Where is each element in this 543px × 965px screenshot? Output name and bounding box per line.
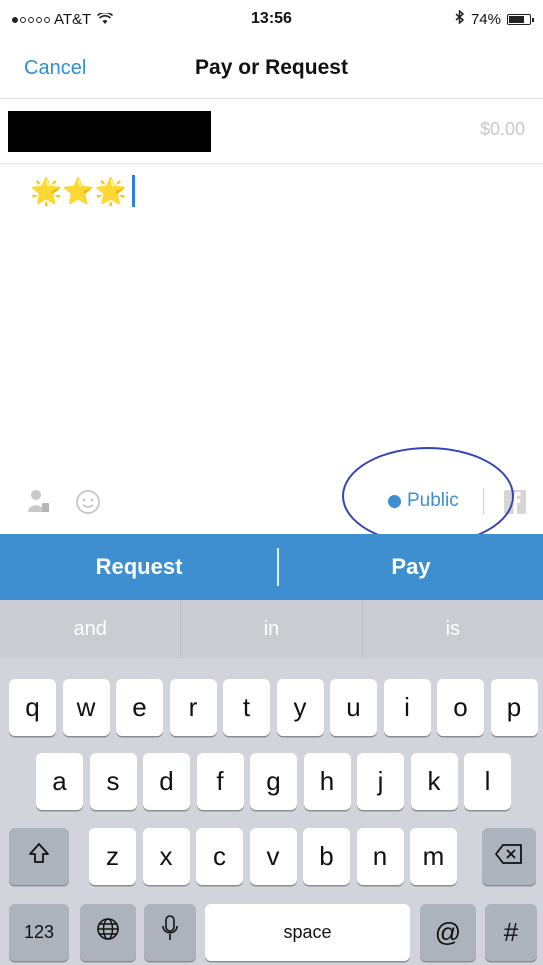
- suggestion-2[interactable]: in: [181, 600, 363, 658]
- key-m[interactable]: m: [410, 828, 457, 885]
- key-y[interactable]: y: [276, 679, 324, 736]
- suggestion-3[interactable]: is: [363, 600, 543, 658]
- key-k[interactable]: k: [410, 753, 458, 810]
- globe-key[interactable]: [80, 904, 136, 961]
- status-right: 74%: [455, 9, 534, 28]
- status-bar: AT&T 13:56 74%: [0, 0, 543, 40]
- at-key[interactable]: @: [420, 904, 476, 961]
- privacy-label: Public: [407, 490, 459, 511]
- key-w[interactable]: w: [62, 679, 110, 736]
- shift-icon: [29, 843, 49, 863]
- key-x[interactable]: x: [142, 828, 190, 885]
- redacted-recipient: [8, 111, 211, 152]
- key-g[interactable]: g: [250, 753, 297, 810]
- tag-friends-icon[interactable]: [25, 488, 51, 514]
- action-bar: Request Pay: [0, 534, 543, 600]
- key-h[interactable]: h: [303, 753, 351, 810]
- shift-key[interactable]: [9, 828, 69, 885]
- delete-key[interactable]: [482, 828, 536, 885]
- toolbar-divider: [483, 488, 484, 514]
- privacy-selector[interactable]: Public: [388, 490, 459, 512]
- battery-percent: 74%: [470, 10, 501, 28]
- key-f[interactable]: f: [196, 753, 244, 810]
- keyboard: and in is q w e r t y u i o p a s d f g h j k l z x c v b n m 123 s…: [0, 600, 543, 965]
- pay-button[interactable]: Pay: [279, 534, 543, 600]
- emoji-icon[interactable]: [74, 488, 102, 516]
- key-u[interactable]: u: [330, 679, 377, 736]
- key-d[interactable]: d: [143, 753, 190, 810]
- key-v[interactable]: v: [249, 828, 297, 885]
- facebook-share-icon[interactable]: [502, 488, 528, 516]
- key-s[interactable]: s: [89, 753, 137, 810]
- hash-key[interactable]: #: [485, 904, 537, 961]
- key-t[interactable]: t: [223, 679, 270, 736]
- battery-icon: [507, 13, 534, 25]
- numbers-key[interactable]: 123: [9, 904, 69, 961]
- key-n[interactable]: n: [356, 828, 404, 885]
- key-i[interactable]: i: [383, 679, 431, 736]
- key-c[interactable]: c: [196, 828, 243, 885]
- text-cursor: [132, 175, 136, 207]
- keyboard-globe-icon: [97, 918, 119, 940]
- key-r[interactable]: r: [169, 679, 217, 736]
- space-key[interactable]: space: [205, 904, 410, 961]
- globe-icon: [388, 494, 401, 508]
- note-field[interactable]: 🌟⭐🌟: [30, 175, 136, 207]
- key-p[interactable]: p: [490, 679, 538, 736]
- key-l[interactable]: l: [464, 753, 511, 810]
- recipient-row[interactable]: $0.00: [0, 99, 543, 164]
- nav-bar: Cancel Pay or Request: [0, 40, 543, 99]
- key-o[interactable]: o: [437, 679, 484, 736]
- bluetooth-icon: [455, 9, 465, 28]
- microphone-icon: [162, 915, 178, 940]
- dictation-key[interactable]: [144, 904, 196, 961]
- request-button[interactable]: Request: [0, 534, 278, 600]
- note-text: 🌟⭐🌟: [30, 176, 128, 206]
- key-e[interactable]: e: [116, 679, 163, 736]
- suggestion-1[interactable]: and: [0, 600, 182, 658]
- key-q[interactable]: q: [9, 679, 56, 736]
- backspace-icon: [495, 844, 522, 864]
- key-j[interactable]: j: [357, 753, 404, 810]
- compose-toolbar: Public: [0, 478, 543, 528]
- key-a[interactable]: a: [36, 753, 83, 810]
- cancel-button[interactable]: Cancel: [24, 57, 86, 80]
- key-b[interactable]: b: [303, 828, 350, 885]
- predictive-bar: and in is: [0, 600, 543, 658]
- key-z[interactable]: z: [89, 828, 136, 885]
- amount-field[interactable]: $0.00: [480, 119, 525, 140]
